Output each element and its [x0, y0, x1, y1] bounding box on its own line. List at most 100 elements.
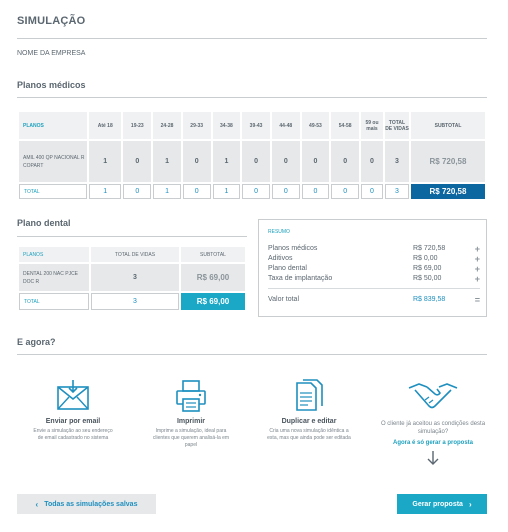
summary-value: R$ 50,00 — [413, 275, 442, 282]
total-age-count: 0 — [301, 184, 330, 199]
duplicate-action-title: Duplicar e editar — [281, 418, 337, 425]
header-age-col: Até 18 — [89, 112, 122, 139]
plus-icon: + — [474, 254, 480, 264]
print-action-title: Imprimir — [176, 418, 205, 425]
summary-label: Aditivos — [268, 255, 293, 262]
medical-section-title: Planos médicos — [17, 80, 86, 90]
envelope-icon — [57, 380, 89, 410]
total-age-count: 0 — [123, 184, 152, 199]
total-label: TOTAL — [19, 293, 89, 310]
handshake-icon — [408, 383, 458, 409]
summary-value: R$ 720,58 — [413, 245, 446, 252]
medical-plans-table: PLANOS Até 18 19-23 24-28 29-33 34-38 39… — [17, 110, 487, 201]
plus-icon: + — [474, 264, 480, 274]
summary-total-label: Valor total — [268, 296, 299, 303]
plan-name: AMIL 400 QP NACIONAL R COPART — [19, 141, 87, 182]
total-row: TOTAL 3 R$ 69,00 — [19, 293, 245, 310]
summary-value: R$ 0,00 — [413, 255, 438, 262]
total-lives: 3 — [385, 141, 409, 182]
summary-total-row: Valor total R$ 839,58 = — [268, 295, 480, 305]
header-planos: PLANOS — [19, 112, 87, 139]
age-count: 1 — [153, 141, 181, 182]
table-row: AMIL 400 QP NACIONAL R COPART 1 0 1 0 1 … — [19, 141, 485, 182]
print-action-description: Imprime a simulação, ideal para clientes… — [152, 428, 230, 448]
total-age-count: 0 — [271, 184, 300, 199]
next-steps-divider — [17, 354, 487, 355]
chevron-left-icon: ‹ — [35, 499, 39, 509]
summary-row: Aditivos R$ 0,00 + — [268, 254, 480, 264]
medical-section-divider — [17, 97, 487, 98]
summary-label: Taxa de implantação — [268, 275, 333, 282]
summary-box: RESUMO Planos médicos R$ 720,58 + Aditiv… — [258, 219, 487, 317]
page-title: SIMULAÇÃO — [17, 15, 86, 27]
subtotal: R$ 69,00 — [181, 264, 245, 291]
summary-row: Planos médicos R$ 720,58 + — [268, 244, 480, 254]
total-age-count: 0 — [242, 184, 270, 199]
header-age-col: 49-53 — [301, 112, 330, 139]
summary-row: Plano dental R$ 69,00 + — [268, 264, 480, 274]
age-count: 1 — [89, 141, 122, 182]
age-count: 0 — [242, 141, 270, 182]
printer-icon — [176, 380, 206, 412]
header-age-col: 54-58 — [331, 112, 359, 139]
header-total-lives: TOTAL DE VIDAS — [385, 112, 409, 139]
age-count: 0 — [361, 141, 383, 182]
header-age-col: 59 ou mais — [361, 112, 383, 139]
total-age-count: 1 — [153, 184, 181, 199]
medical-table-header-row: PLANOS Até 18 19-23 24-28 29-33 34-38 39… — [19, 112, 485, 139]
age-count: 0 — [301, 141, 330, 182]
next-button-label: Gerar proposta — [412, 500, 463, 508]
title-divider — [17, 38, 487, 39]
age-count: 0 — [182, 141, 211, 182]
age-count: 1 — [212, 141, 241, 182]
age-count: 0 — [123, 141, 152, 182]
arrow-down-icon — [427, 451, 439, 465]
summary-row: Taxa de implantação R$ 50,00 + — [268, 274, 480, 284]
dental-section-divider — [17, 236, 247, 237]
subtotal: R$ 720,58 — [411, 141, 485, 182]
header-age-col: 19-23 — [123, 112, 152, 139]
age-count: 0 — [331, 141, 359, 182]
header-subtotal: SUBTOTAL — [181, 247, 245, 262]
duplicate-action-description: Cria uma nova simulação idêntica a esta,… — [267, 428, 351, 441]
table-row: DENTAL 200 NAC PJCE DOC R 3 R$ 69,00 — [19, 264, 245, 291]
header-subtotal: SUBTOTAL — [411, 112, 485, 139]
header-age-col: 39-43 — [242, 112, 270, 139]
header-total-lives: TOTAL DE VIDAS — [91, 247, 179, 262]
print-action[interactable]: Imprimir Imprime a simulação, ideal para… — [148, 378, 234, 449]
grand-total: R$ 720,58 — [411, 184, 485, 199]
summary-title: RESUMO — [268, 229, 290, 235]
total-label: TOTAL — [19, 184, 87, 199]
email-action[interactable]: Enviar por email Envie a simulação ao se… — [30, 378, 116, 442]
total-lives: 3 — [91, 293, 179, 310]
total-age-count: 0 — [331, 184, 359, 199]
next-steps-title: E agora? — [17, 337, 56, 347]
proposal-question: O cliente já aceitou as condições desta … — [380, 421, 486, 435]
total-age-count: 0 — [182, 184, 211, 199]
generate-proposal-button[interactable]: Gerar proposta › — [397, 494, 487, 514]
dental-section-title: Plano dental — [17, 218, 71, 228]
duplicate-action[interactable]: Duplicar e editar Cria uma nova simulaçã… — [266, 378, 352, 442]
summary-total-value: R$ 839,58 — [413, 296, 446, 303]
total-age-count: 1 — [212, 184, 241, 199]
plan-name: DENTAL 200 NAC PJCE DOC R — [19, 264, 89, 291]
chevron-right-icon: › — [468, 499, 472, 509]
header-age-col: 44-48 — [271, 112, 300, 139]
email-action-description: Envie a simulação ao seu endereço de ema… — [33, 428, 113, 441]
plus-icon: + — [474, 244, 480, 254]
back-button-label: Todas as simulações salvas — [44, 500, 138, 508]
dental-plans-table: PLANOS TOTAL DE VIDAS SUBTOTAL DENTAL 20… — [17, 245, 247, 312]
summary-label: Planos médicos — [268, 245, 318, 252]
total-lives: 3 — [91, 264, 179, 291]
summary-divider — [268, 288, 480, 289]
company-name-label: NOME DA EMPRESA — [17, 50, 86, 57]
generate-proposal-link[interactable]: Agora é só gerar a proposta — [378, 440, 488, 446]
age-count: 0 — [271, 141, 300, 182]
total-age-count: 1 — [89, 184, 122, 199]
header-age-col: 34-38 — [212, 112, 241, 139]
proposal-action: O cliente já aceitou as condições desta … — [378, 378, 488, 466]
all-saved-simulations-button[interactable]: ‹ Todas as simulações salvas — [17, 494, 156, 514]
header-planos: PLANOS — [19, 247, 89, 262]
total-lives: 3 — [385, 184, 409, 199]
total-row: TOTAL 1 0 1 0 1 0 0 0 0 0 3 R$ 720,58 — [19, 184, 485, 199]
